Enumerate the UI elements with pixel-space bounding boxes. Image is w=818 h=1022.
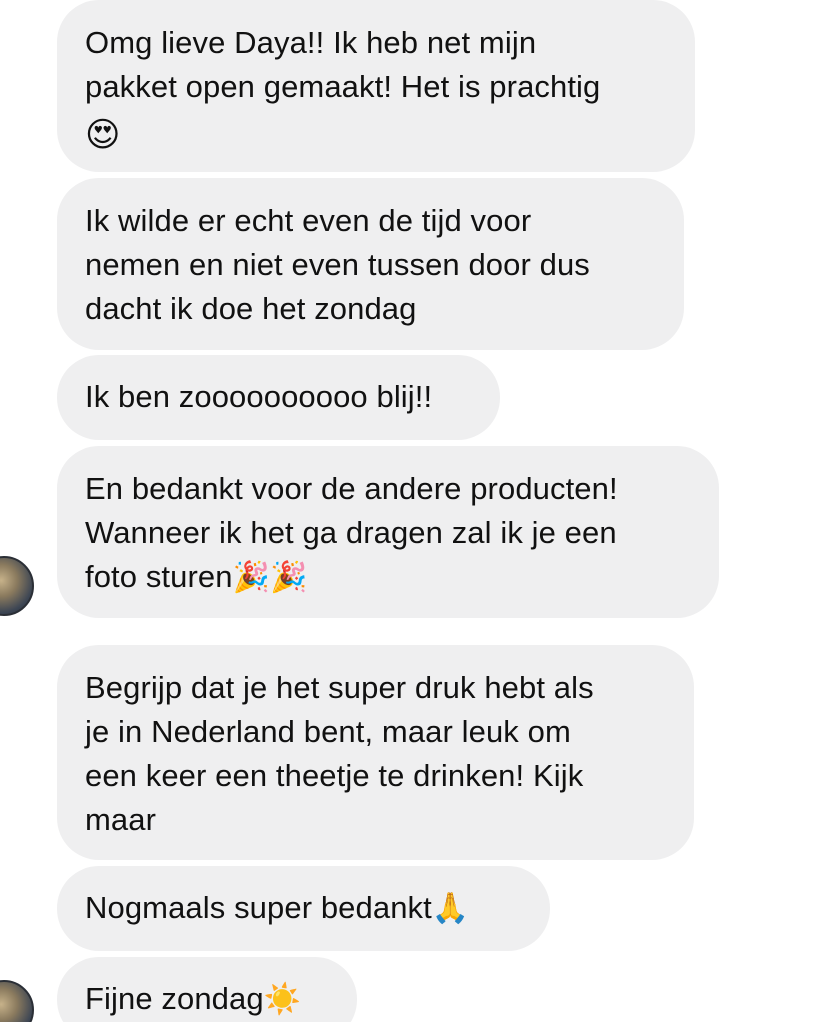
message-text: Nogmaals super bedankt [85, 890, 432, 925]
heart-eyes-icon: 😍 [85, 115, 121, 155]
sun-icon: ☀️ [263, 982, 302, 1017]
message-bubble[interactable]: Fijne zondag☀️ [57, 957, 357, 1022]
message-text: Omg lieve Daya!! Ik heb net mijn pakket … [85, 25, 601, 104]
message-bubble[interactable]: Omg lieve Daya!! Ik heb net mijn pakket … [57, 0, 695, 172]
party-popper-icon: 🎉🎉 [232, 560, 308, 595]
avatar[interactable] [0, 556, 34, 616]
message-text: Begrijp dat je het super druk hebt als j… [85, 670, 594, 837]
avatar[interactable] [0, 980, 34, 1022]
message-text: Fijne zondag [85, 981, 264, 1016]
message-bubble[interactable]: Ik wilde er echt even de tijd voor nemen… [57, 178, 684, 350]
message-bubble[interactable]: Begrijp dat je het super druk hebt als j… [57, 645, 694, 860]
message-text: Ik wilde er echt even de tijd voor nemen… [85, 203, 590, 326]
message-text: En bedankt voor de andere producten! Wan… [85, 471, 618, 594]
message-text: Ik ben zoooooooooo blij!! [85, 379, 433, 414]
message-bubble[interactable]: Ik ben zoooooooooo blij!! [57, 355, 500, 440]
folded-hands-icon: 🙏 [431, 891, 470, 926]
message-bubble[interactable]: Nogmaals super bedankt🙏 [57, 866, 550, 951]
message-bubble[interactable]: En bedankt voor de andere producten! Wan… [57, 446, 719, 618]
